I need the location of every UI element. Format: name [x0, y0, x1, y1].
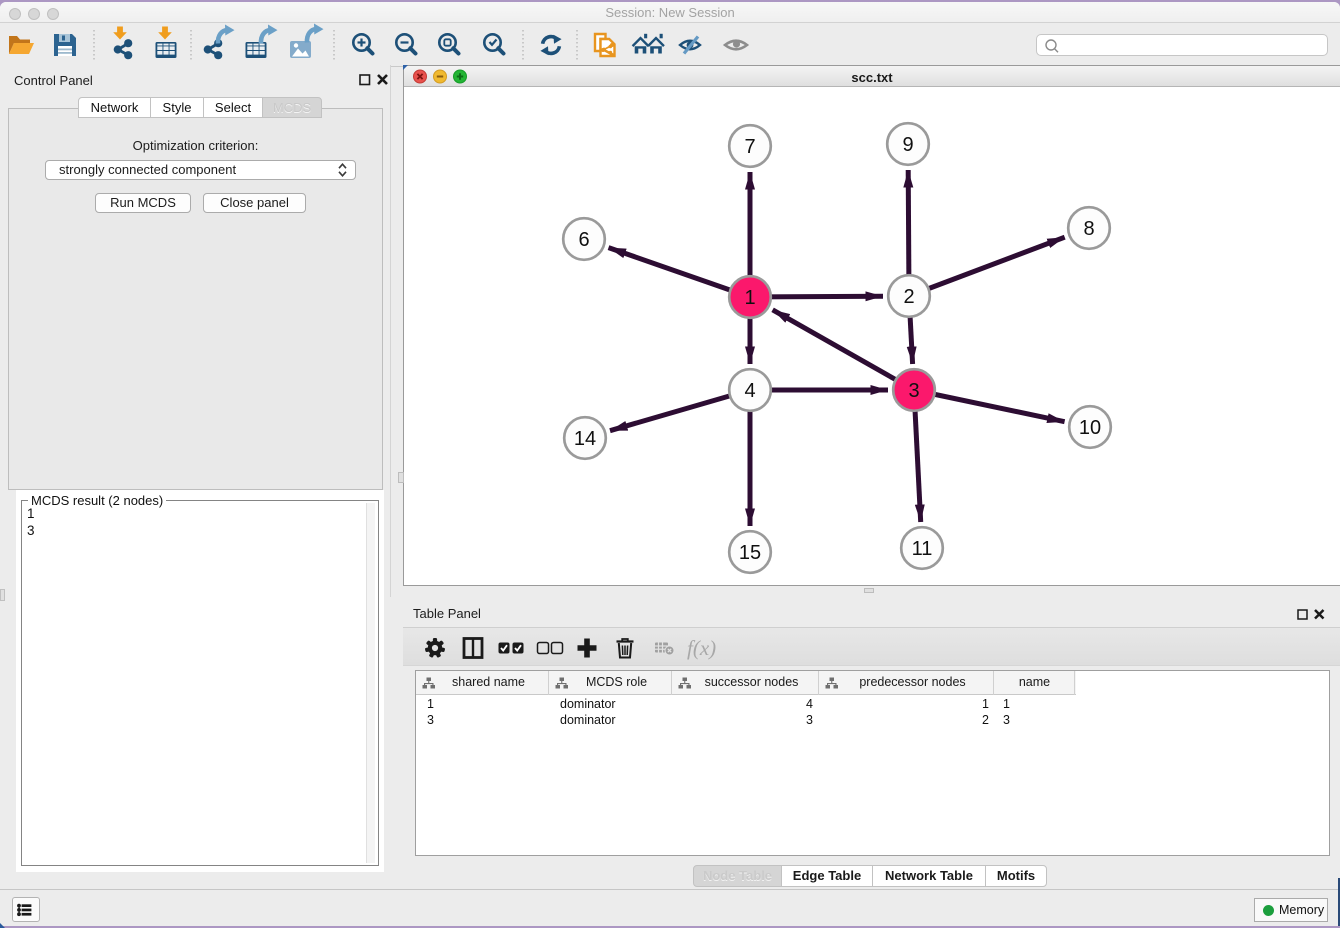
- svg-text:7: 7: [744, 136, 755, 158]
- svg-text:14: 14: [574, 428, 596, 450]
- svg-text:9: 9: [902, 134, 913, 156]
- svg-text:11: 11: [912, 538, 933, 560]
- svg-text:1: 1: [744, 287, 755, 309]
- svg-text:10: 10: [1079, 417, 1101, 439]
- svg-text:8: 8: [1083, 218, 1094, 240]
- svg-text:f(x): f(x): [687, 636, 716, 660]
- svg-text:15: 15: [739, 542, 761, 564]
- svg-text:6: 6: [578, 229, 589, 251]
- svg-text:3: 3: [908, 380, 919, 402]
- svg-text:2: 2: [903, 286, 914, 308]
- svg-text:4: 4: [744, 380, 755, 402]
